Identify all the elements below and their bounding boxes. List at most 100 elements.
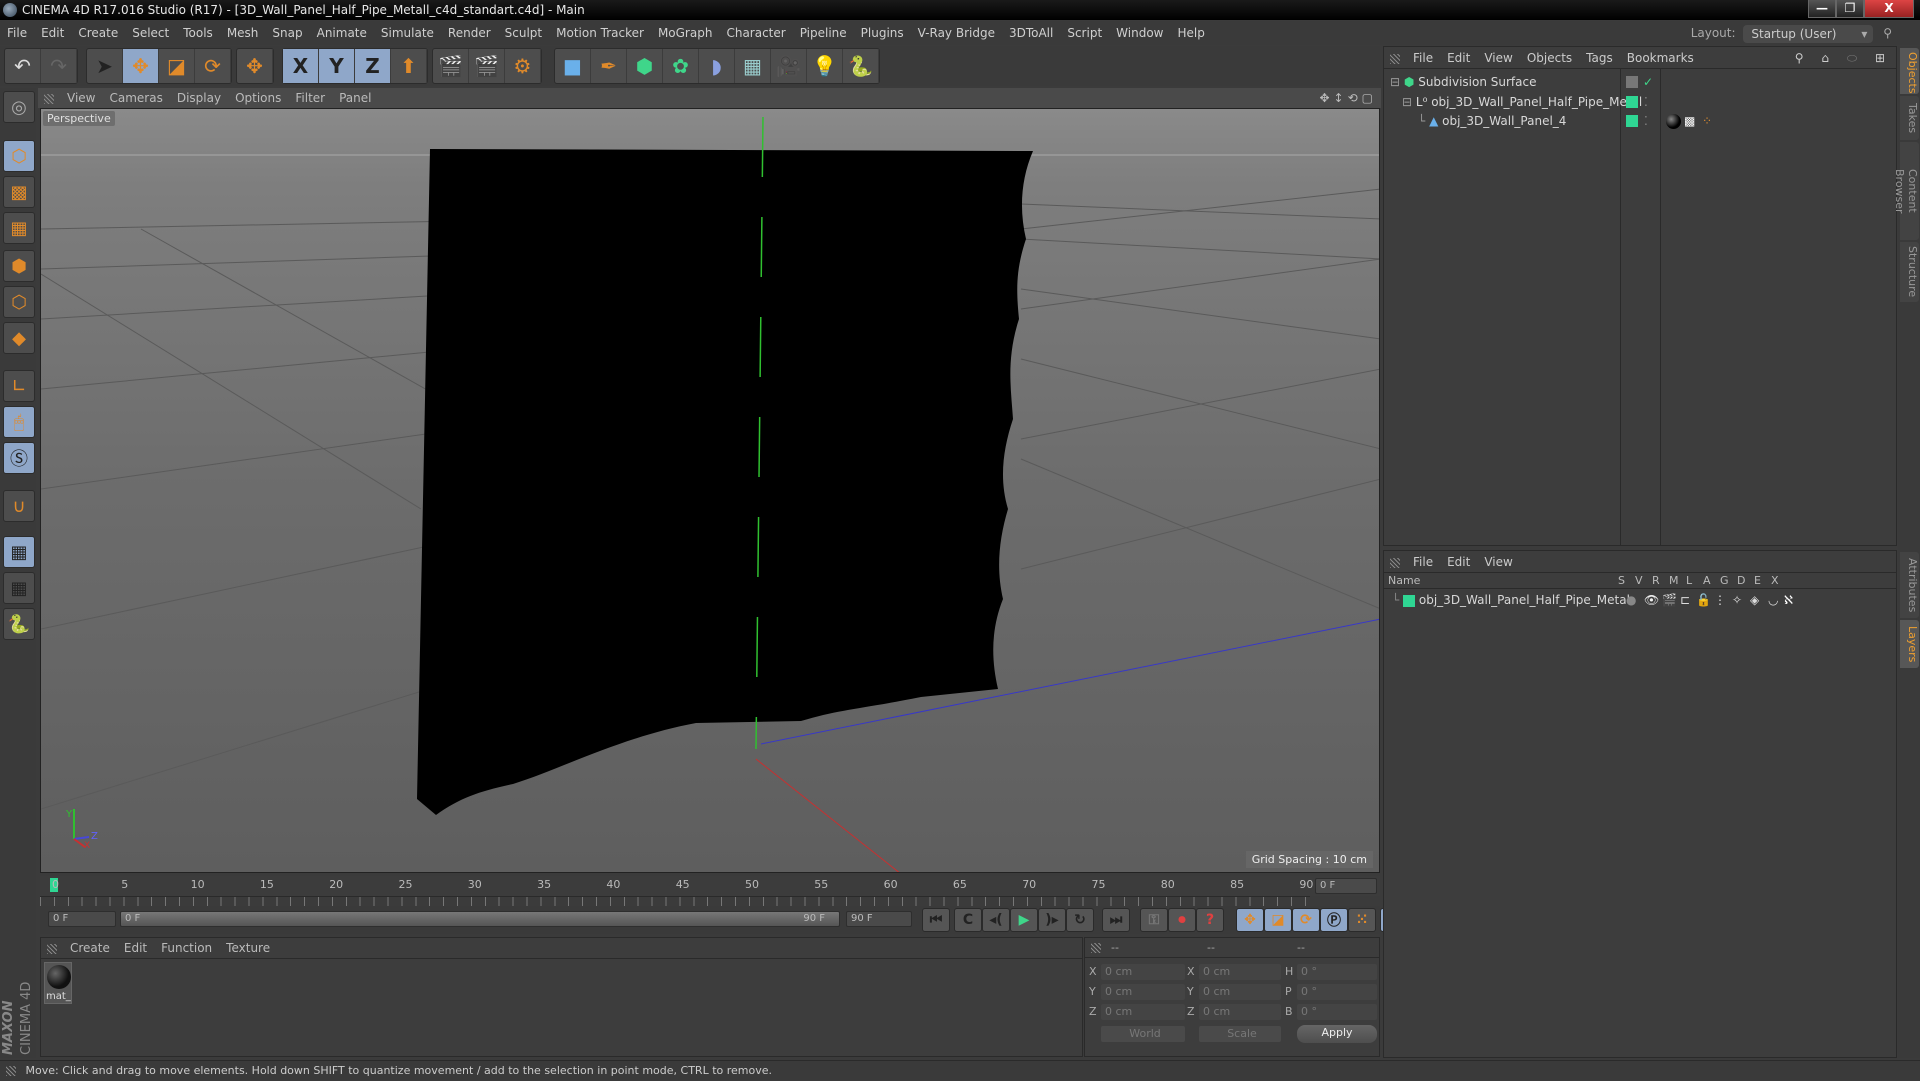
next-keyframe-button[interactable]: ↻ (1066, 908, 1094, 932)
make-editable-icon[interactable]: ◎ (3, 91, 35, 123)
layout-dropdown[interactable]: Startup (User) (1743, 24, 1874, 43)
layer-color-swatch[interactable] (1626, 115, 1638, 127)
z-axis-lock-icon[interactable]: Z (355, 49, 391, 83)
move-icon[interactable]: ✥ (123, 49, 159, 83)
object-row[interactable]: └ ▲ obj_3D_Wall_Panel_4 ⁚ ▩ ⁘ (1384, 112, 1898, 131)
material-menu-texture[interactable]: Texture (219, 938, 277, 958)
layer-row[interactable]: └ obj_3D_Wall_Panel_Half_Pipe_Metal ● 👁 … (1384, 591, 1898, 610)
menu-help[interactable]: Help (1170, 21, 1211, 45)
layer-column-header[interactable]: M (1669, 574, 1679, 587)
planar-workplane-icon[interactable]: ▦ (3, 572, 35, 604)
generators-toggle-icon[interactable]: ✧ (1732, 591, 1742, 610)
menu-character[interactable]: Character (719, 21, 792, 45)
coordinate-system-icon[interactable]: ⬆ (391, 49, 427, 83)
menu-motion-tracker[interactable]: Motion Tracker (549, 21, 651, 45)
render-settings-icon[interactable]: ⚙ (505, 49, 541, 83)
autokeying-icon[interactable]: ⏺ (1168, 908, 1196, 932)
scale-icon[interactable]: ◪ (159, 49, 195, 83)
subdivision-surface-icon[interactable]: ⬢ (627, 49, 663, 83)
play-button[interactable]: ▶ (1010, 908, 1038, 932)
material-menu-create[interactable]: Create (63, 938, 117, 958)
key-parameter-icon[interactable]: Ⓟ (1320, 908, 1348, 932)
panel-grip-icon[interactable] (1390, 53, 1400, 64)
solo-toggle-icon[interactable]: ● (1626, 591, 1636, 610)
render-view-icon[interactable]: 🎬 (433, 49, 469, 83)
next-frame-button[interactable]: )▸ (1038, 908, 1066, 932)
key-rotation-icon[interactable]: ⟳ (1292, 908, 1320, 932)
workplane-mode-icon[interactable]: ▦ (3, 212, 35, 244)
panel-grip-icon[interactable] (44, 93, 54, 104)
rotation-p-field[interactable]: 0 ° (1297, 984, 1377, 1000)
layer-menu-edit[interactable]: Edit (1440, 551, 1477, 573)
y-axis-lock-icon[interactable]: Y (319, 49, 355, 83)
rotation-b-field[interactable]: 0 ° (1297, 1004, 1377, 1020)
enabled-checkmark-icon[interactable]: ✓ (1643, 73, 1653, 92)
cloner-icon[interactable]: ✿ (663, 49, 699, 83)
python-script-icon[interactable]: 🐍 (3, 608, 35, 640)
layer-column-header[interactable]: G (1720, 574, 1729, 587)
visibility-dots-icon[interactable]: ⁚ (1644, 112, 1648, 131)
panel-grip-icon[interactable] (47, 943, 57, 954)
object-name[interactable]: obj_3D_Wall_Panel_4 (1442, 114, 1566, 128)
search-icon[interactable]: ⚲ (1883, 26, 1892, 40)
object-name[interactable]: obj_3D_Wall_Panel_Half_Pipe_Metal (1431, 95, 1642, 109)
menu-plugins[interactable]: Plugins (854, 21, 911, 45)
render-toggle-icon[interactable]: 🎬 (1662, 591, 1677, 610)
points-mode-icon[interactable]: ⬢ (3, 250, 35, 282)
redo-icon[interactable]: ↷ (41, 49, 77, 83)
menu-select[interactable]: Select (125, 21, 176, 45)
menu-render[interactable]: Render (441, 21, 498, 45)
texture-mode-icon[interactable]: ▩ (3, 176, 35, 208)
key-scale-icon[interactable]: ◪ (1264, 908, 1292, 932)
record-keys-icon[interactable]: ⚿ (1140, 908, 1168, 932)
viewport-menu-options[interactable]: Options (228, 88, 288, 108)
select-icon[interactable]: ➤ (87, 49, 123, 83)
go-to-start-button[interactable]: ⏮ (922, 908, 950, 932)
keyframe-selection-icon[interactable]: ? (1196, 908, 1224, 932)
layer-color-swatch[interactable] (1626, 96, 1638, 108)
key-pla-icon[interactable]: ⁙ (1348, 908, 1376, 932)
material-swatch[interactable]: mat_ (44, 962, 72, 1004)
apply-button[interactable]: Apply (1297, 1025, 1377, 1043)
rotate-icon[interactable]: ⟳ (195, 49, 231, 83)
layer-column-header[interactable]: V (1635, 574, 1643, 587)
menu-sculpt[interactable]: Sculpt (498, 21, 549, 45)
timeline-ruler[interactable]: 0 5 10 15 20 25 30 35 40 45 50 55 60 65 70 75 80 85 90 0 F (40, 876, 1380, 896)
view-toggle-icon[interactable]: 👁 (1644, 591, 1659, 610)
object-row[interactable]: ⊟ ⬢ Subdivision Surface ✓ (1384, 73, 1898, 92)
lock-toggle-icon[interactable]: 🔓 (1696, 591, 1711, 610)
menu-snap[interactable]: Snap (265, 21, 309, 45)
viewport-menu-filter[interactable]: Filter (288, 88, 332, 108)
menu-script[interactable]: Script (1060, 21, 1109, 45)
layer-column-header[interactable]: X (1771, 574, 1779, 587)
manager-toggle-icon[interactable]: ⊏ (1680, 591, 1690, 610)
position-x-field[interactable]: 0 cm (1101, 964, 1185, 980)
tab-takes[interactable]: Takes (1900, 96, 1919, 140)
layer-column-header[interactable]: A (1703, 574, 1711, 587)
position-y-field[interactable]: 0 cm (1101, 984, 1185, 1000)
material-tag-icon[interactable] (1666, 114, 1681, 129)
floor-icon[interactable]: ▦ (735, 49, 771, 83)
close-button[interactable]: X (1864, 0, 1914, 18)
last-tool-icon[interactable]: ✥ (237, 49, 273, 83)
object-menu-file[interactable]: File (1406, 47, 1440, 69)
light-icon[interactable]: 💡 (807, 49, 843, 83)
tweak-mode-icon[interactable]: 🖱 (3, 406, 35, 438)
edges-mode-icon[interactable]: ⬡ (3, 286, 35, 318)
layer-column-header[interactable]: Name (1388, 574, 1420, 587)
viewport-menu-view[interactable]: View (60, 88, 102, 108)
rotate-view-icon[interactable]: ⟲ (1346, 88, 1360, 108)
new-view-icon[interactable]: ⊞ (1868, 47, 1892, 69)
locked-workplane-icon[interactable]: ▦ (3, 536, 35, 568)
viewport-menu-display[interactable]: Display (170, 88, 228, 108)
object-menu-view[interactable]: View (1477, 47, 1519, 69)
restore-button[interactable]: ❐ (1836, 0, 1864, 18)
panel-grip-icon[interactable] (1390, 557, 1400, 568)
visibility-dots-icon[interactable]: ⁚ (1644, 93, 1648, 112)
python-icon[interactable]: 🐍 (843, 49, 879, 83)
layer-column-header[interactable]: R (1652, 574, 1660, 587)
tab-structure[interactable]: Structure (1900, 242, 1919, 302)
xref-toggle-icon[interactable]: ℵ (1784, 591, 1793, 610)
tab-layers[interactable]: Layers (1900, 620, 1919, 668)
camera-icon[interactable]: 🎥 (771, 49, 807, 83)
